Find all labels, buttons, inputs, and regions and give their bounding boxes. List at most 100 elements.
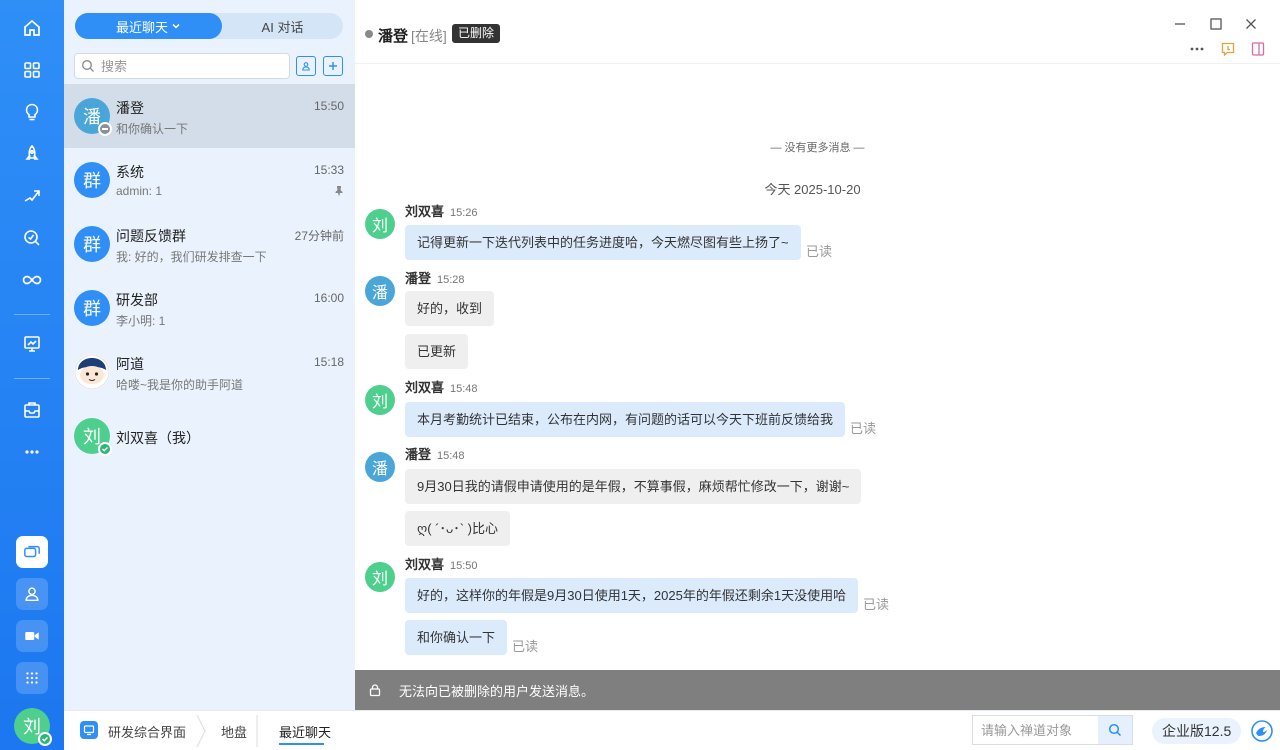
add-chat-button[interactable] (323, 56, 343, 76)
close-icon (1246, 19, 1256, 29)
breadcrumb-dashboard[interactable]: 地盘 (221, 722, 247, 741)
conversation-item[interactable]: 群 研发部 16:00 李小明: 1 (64, 276, 355, 340)
message-header: 潘登 15:48 (405, 444, 465, 463)
minimize-button[interactable] (1170, 14, 1190, 34)
test-icon[interactable] (18, 224, 46, 252)
sender-name: 潘登 (405, 271, 432, 286)
message-time: 15:48 (437, 450, 465, 462)
assistant-avatar (74, 354, 110, 390)
message-bubble[interactable]: 好的，收到 (405, 291, 495, 326)
avatar[interactable]: 刘 (365, 562, 395, 592)
zentao-logo-icon[interactable] (1251, 720, 1273, 742)
bottom-bar: 研发综合界面 地盘 最近聊天 企业版12.5 (64, 710, 1280, 750)
tab-ai-chat[interactable]: AI 对话 (222, 13, 343, 39)
tab-recent-label: 最近聊天 (115, 19, 168, 35)
message-bubble[interactable]: 本月考勤统计已结束，公布在内网，有问题的话可以今天下班前反馈给我 (405, 402, 846, 437)
conversation-preview: admin: 1 (116, 184, 163, 198)
read-receipt: 已读 (512, 639, 539, 654)
more-icon[interactable] (18, 438, 46, 466)
conversation-name: 潘登 (116, 100, 144, 116)
conversation-preview: 和你确认一下 (116, 122, 189, 136)
offline-status-icon (98, 122, 112, 136)
conversation-preview: 李小明: 1 (116, 314, 166, 328)
avatar-letter: 潘 (371, 461, 388, 478)
video-icon[interactable] (16, 620, 48, 652)
maximize-button[interactable] (1206, 14, 1226, 34)
app-grid-icon[interactable] (16, 662, 48, 694)
read-receipt: 已读 (850, 421, 877, 436)
message-header: 刘双喜 15:48 (405, 377, 478, 396)
message-bubble[interactable]: 9月30日我的请假申请使用的是年假，不算事假，麻烦帮忙修改一下，谢谢~ (405, 469, 862, 504)
chat-header: 潘登 [在线] 已删除 (355, 0, 1280, 64)
message-bubble[interactable]: 好的，这样你的年假是9月30日使用1天，2025年的年假还剩余1天没使用哈 (405, 578, 859, 613)
conversation-item[interactable]: 阿道 15:18 哈喽~我是你的助手阿道 (64, 340, 355, 404)
read-receipt: 已读 (863, 597, 890, 612)
message-bubble[interactable]: 已更新 (405, 334, 469, 369)
avatar-letter: 刘 (371, 218, 388, 235)
chat-icon[interactable] (16, 536, 48, 568)
object-search-box (972, 715, 1133, 745)
message-header: 刘双喜 15:50 (405, 554, 478, 573)
more-options-button[interactable] (1188, 40, 1206, 58)
maximize-icon (1210, 18, 1222, 30)
apps-icon[interactable] (18, 56, 46, 84)
object-search-input[interactable] (981, 722, 1106, 738)
conversation-item[interactable]: 群 系统 15:33 admin: 1 (64, 148, 355, 212)
conversation-name: 阿道 (116, 356, 144, 372)
tab-ai-label: AI 对话 (261, 19, 304, 35)
ellipsis-icon (1190, 47, 1204, 51)
message-bubble[interactable]: 记得更新一下迭代列表中的任务进度哈，今天燃尽图有些上扬了~ (405, 225, 801, 260)
message-time: 15:28 (437, 274, 465, 286)
avatar-letter: 群 (83, 171, 101, 191)
contacts-button[interactable] (296, 56, 316, 76)
avatar: 群 (74, 162, 110, 198)
avatar-letter: 群 (83, 299, 101, 319)
inbox-icon[interactable] (18, 396, 46, 424)
object-search-button[interactable] (1098, 716, 1132, 744)
message-bubble[interactable]: 和你确认一下 (405, 620, 508, 655)
report-icon[interactable] (18, 330, 46, 358)
home-icon[interactable] (18, 14, 46, 42)
conversation-item[interactable]: 群 问题反馈群 27分钟前 我: 好的，我们研发排查一下 (64, 212, 355, 276)
bulb-icon[interactable] (18, 98, 46, 126)
lock-icon (369, 684, 381, 697)
banner-text: 无法向已被删除的用户发送消息。 (399, 683, 595, 699)
sidebar-toggle-button[interactable] (1249, 40, 1267, 58)
chat-status: [在线] (411, 28, 447, 44)
devops-icon[interactable] (18, 266, 46, 294)
avatar[interactable]: 刘 (365, 209, 395, 239)
rocket-icon[interactable] (18, 140, 46, 168)
breadcrumb-recent-chats[interactable]: 最近聊天 (279, 722, 331, 741)
contacts-icon[interactable] (16, 578, 48, 610)
my-avatar[interactable]: 刘 (14, 708, 52, 746)
edition-badge[interactable]: 企业版12.5 (1152, 718, 1242, 744)
app-window: 刘 最近聊天 AI 对话 搜索 潘 潘登 15:50 和你确认一下 群 系统 1… (0, 0, 1280, 750)
avatar-letter: 刘 (371, 571, 388, 588)
avatar[interactable]: 潘 (365, 276, 395, 306)
conversation-item[interactable]: 潘 潘登 15:50 和你确认一下 (64, 84, 355, 148)
conversation-list: 潘 潘登 15:50 和你确认一下 群 系统 15:33 admin: 1 群 (64, 84, 355, 468)
breadcrumb-workspace[interactable]: 研发综合界面 (108, 722, 186, 741)
robot-face-icon (74, 354, 110, 390)
conversation-time: 15:18 (313, 355, 344, 369)
conversation-item[interactable]: 刘 刘双喜（我） (64, 404, 355, 468)
conversation-name: 问题反馈群 (116, 228, 186, 244)
chat-title[interactable]: 潘登 (378, 25, 408, 46)
status-dot-icon (365, 30, 373, 38)
message-time: 15:26 (450, 207, 478, 219)
sprint-icon[interactable] (18, 182, 46, 210)
avatar-letter: 潘 (371, 285, 388, 302)
avatar[interactable]: 潘 (365, 452, 395, 482)
search-input[interactable] (101, 58, 289, 74)
avatar: 潘 (74, 98, 112, 136)
minimize-icon (1175, 23, 1185, 25)
sender-name: 刘双喜 (405, 204, 445, 219)
history-button[interactable] (1219, 40, 1237, 58)
avatar[interactable]: 刘 (365, 385, 395, 415)
tab-recent-chats[interactable]: 最近聊天 (75, 13, 222, 39)
conversation-time: 16:00 (313, 291, 344, 305)
message-bubble[interactable]: ღ( ´･ᴗ･` )比心 (405, 511, 510, 546)
message-header: 潘登 15:28 (405, 268, 465, 287)
workspace-icon (80, 721, 98, 739)
close-button[interactable] (1241, 14, 1261, 34)
